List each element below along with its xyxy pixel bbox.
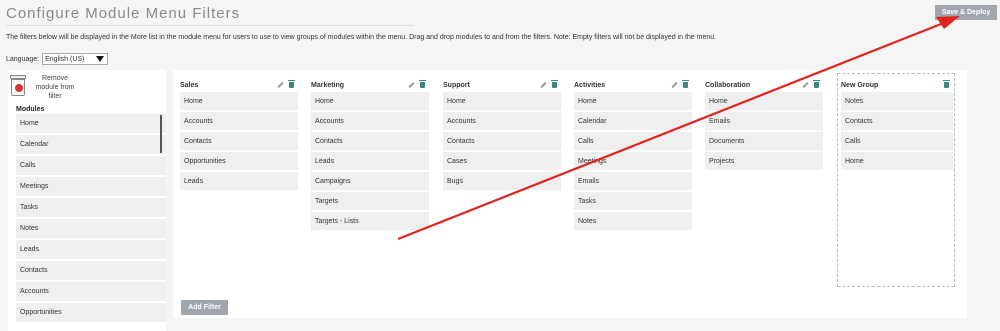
new-group-dropzone[interactable]: New Group Notes Contacts Calls Home	[837, 73, 955, 287]
filter-item[interactable]: Home	[841, 152, 953, 170]
filter-item[interactable]: Calendar	[574, 112, 692, 130]
dropdown-caret-icon	[96, 56, 105, 62]
filter-item[interactable]: Accounts	[311, 112, 429, 130]
filter-item[interactable]: Contacts	[311, 132, 429, 150]
language-label: Language:	[6, 55, 40, 63]
filter-header: Marketing	[311, 78, 429, 92]
module-item[interactable]: Home	[16, 114, 166, 133]
filter-actions	[277, 80, 295, 89]
filter-item[interactable]: Projects	[705, 152, 823, 170]
add-filter-button[interactable]: Add Filter	[181, 300, 228, 315]
filter-item[interactable]: Home	[574, 92, 692, 110]
trash-small-icon[interactable]	[288, 80, 295, 88]
filter-actions	[540, 80, 558, 89]
language-row: Language: English (US)	[6, 53, 109, 65]
pencil-icon[interactable]	[277, 81, 284, 89]
filter-item[interactable]: Emails	[574, 172, 692, 190]
description-text: The filters below will be displayed in t…	[6, 34, 717, 41]
filter-column: Activities Home Calendar Calls Meetings Email…	[574, 78, 692, 232]
filter-column: Support Home Accounts Contacts Cases Bugs	[443, 78, 561, 192]
filter-item[interactable]: Contacts	[180, 132, 298, 150]
module-item[interactable]: Leads	[16, 240, 166, 259]
module-item[interactable]: Contacts	[16, 261, 166, 280]
filter-column: Marketing Home Accounts Contacts Leads Campai…	[311, 78, 429, 232]
filter-item[interactable]: Documents	[705, 132, 823, 150]
title-divider	[6, 25, 414, 26]
filter-item[interactable]: Notes	[574, 212, 692, 230]
language-selected-value: English (US)	[45, 55, 85, 63]
filter-name: New Group	[841, 81, 879, 89]
module-item[interactable]: Tasks	[16, 198, 166, 217]
trash-icon[interactable]	[9, 73, 27, 97]
filter-item[interactable]: Tasks	[574, 192, 692, 210]
filter-item[interactable]: Home	[443, 92, 561, 110]
filter-item[interactable]: Meetings	[574, 152, 692, 170]
filter-name: Activities	[574, 81, 606, 89]
filter-item[interactable]: Leads	[180, 172, 298, 190]
language-select[interactable]: English (US)	[42, 53, 109, 65]
pencil-icon[interactable]	[408, 81, 415, 89]
filter-item[interactable]: Leads	[311, 152, 429, 170]
filter-item[interactable]: Targets - Lists	[311, 212, 429, 230]
module-item[interactable]: Meetings	[16, 177, 166, 196]
filter-item[interactable]: Opportunities	[180, 152, 298, 170]
filter-column: Sales Home Accounts Contacts Opportunities Le…	[180, 78, 298, 192]
filter-item[interactable]: Campaigns	[311, 172, 429, 190]
trash-small-icon[interactable]	[682, 80, 689, 88]
filter-actions	[943, 80, 950, 88]
remove-module-label: Remove module from filter	[35, 75, 75, 100]
filter-header: Sales	[180, 78, 298, 92]
filter-column: New Group Notes Contacts Calls Home	[841, 78, 953, 170]
trash-small-icon[interactable]	[813, 80, 820, 88]
filter-item[interactable]: Cases	[443, 152, 561, 170]
pencil-icon[interactable]	[671, 81, 678, 89]
pencil-icon[interactable]	[802, 81, 809, 89]
pencil-icon[interactable]	[540, 81, 547, 89]
filter-item[interactable]: Targets	[311, 192, 429, 210]
module-item[interactable]: Calendar	[16, 135, 166, 154]
filter-name: Sales	[180, 81, 199, 89]
filter-item[interactable]: Bugs	[443, 172, 561, 190]
scrollbar[interactable]	[160, 115, 162, 153]
filter-item[interactable]: Accounts	[443, 112, 561, 130]
modules-title: Modules	[16, 106, 45, 113]
module-item[interactable]: Notes	[16, 219, 166, 238]
filter-header: Activities	[574, 78, 692, 92]
page-title: Configure Module Menu Filters	[6, 5, 241, 22]
filter-actions	[408, 80, 426, 89]
trash-small-icon[interactable]	[943, 80, 950, 88]
filter-name: Support	[443, 81, 470, 89]
filter-header: New Group	[841, 78, 953, 92]
filter-header: Collaboration	[705, 78, 823, 92]
filter-item[interactable]: Contacts	[443, 132, 561, 150]
filter-item[interactable]: Contacts	[841, 112, 953, 130]
filter-item[interactable]: Accounts	[180, 112, 298, 130]
module-item[interactable]: Accounts	[16, 282, 166, 301]
filter-name: Marketing	[311, 81, 345, 89]
filter-item[interactable]: Home	[311, 92, 429, 110]
filters-board: New Group Notes Contacts Calls Home Add Filt…	[173, 70, 967, 318]
filter-header: Support	[443, 78, 561, 92]
module-item[interactable]: Calls	[16, 156, 166, 175]
filter-column: Collaboration Home Emails Documents Projects	[705, 78, 823, 172]
filter-item[interactable]: Emails	[705, 112, 823, 130]
trash-small-icon[interactable]	[551, 80, 558, 88]
trash-small-icon[interactable]	[419, 80, 426, 88]
filter-item[interactable]: Home	[705, 92, 823, 110]
filter-item[interactable]: Home	[180, 92, 298, 110]
filter-name: Collaboration	[705, 81, 751, 89]
filter-actions	[802, 80, 820, 89]
filter-item[interactable]: Calls	[841, 132, 953, 150]
modules-panel: Remove module from filter Modules Home Ca…	[8, 70, 166, 331]
modules-list: Home Calendar Calls Meetings Tasks Notes Leads…	[16, 114, 166, 324]
filter-item[interactable]: Notes	[841, 92, 953, 110]
filter-actions	[671, 80, 689, 89]
module-item[interactable]: Opportunities	[16, 303, 166, 322]
filter-item[interactable]: Calls	[574, 132, 692, 150]
save-deploy-button[interactable]: Save & Deploy	[935, 5, 997, 20]
